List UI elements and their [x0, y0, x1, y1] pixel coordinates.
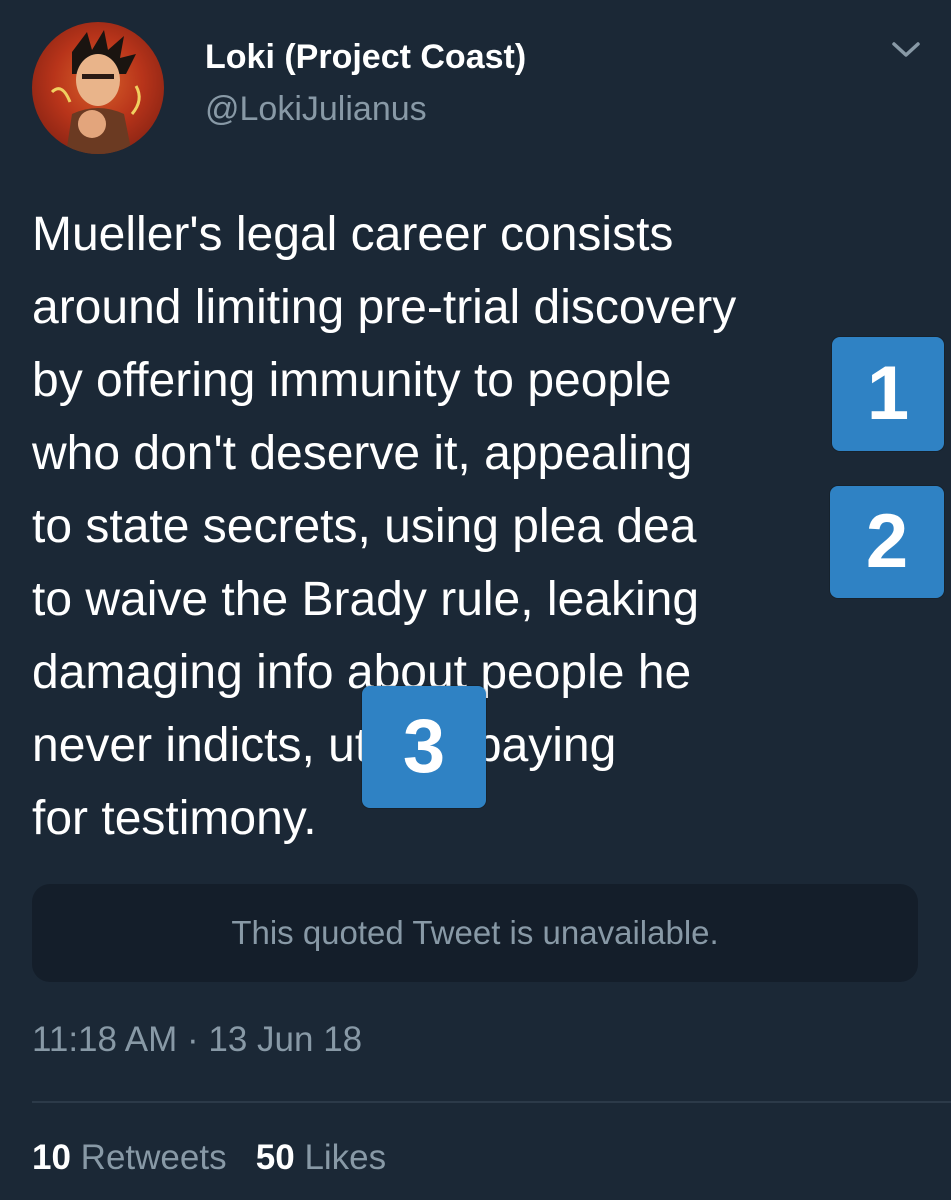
annotation-badge-2: 2: [830, 486, 944, 598]
user-handle[interactable]: @LokiJulianus: [205, 90, 427, 129]
likes-label: Likes: [304, 1138, 387, 1177]
retweets-link[interactable]: 10 Retweets: [32, 1138, 227, 1177]
annotation-badge-3: 3: [362, 686, 486, 808]
likes-link[interactable]: 50 Likes: [256, 1138, 386, 1177]
engagement-stats: 10 Retweets 50 Likes: [32, 1138, 386, 1178]
divider: [32, 1101, 951, 1103]
tweet-text-line: by offering immunity to people: [32, 354, 672, 407]
annotation-badge-1: 1: [832, 337, 944, 451]
tweet-text-line: to state secrets, using plea dea: [32, 500, 697, 553]
display-name[interactable]: Loki (Project Coast): [205, 38, 526, 77]
tweet-text-line: who don't deserve it, appealing: [32, 427, 693, 480]
tweet-timestamp[interactable]: 11:18 AM · 13 Jun 18: [32, 1020, 362, 1060]
retweets-count: 10: [32, 1138, 71, 1177]
tweet-text-line: Mueller's legal career consists: [32, 208, 674, 261]
chevron-down-icon[interactable]: [888, 38, 924, 62]
avatar[interactable]: [32, 22, 164, 154]
likes-count: 50: [255, 1138, 295, 1177]
tweet-text-line: around limiting pre-trial discovery: [32, 281, 737, 334]
quoted-tweet-unavailable[interactable]: This quoted Tweet is unavailable.: [32, 884, 918, 982]
retweets-label: Retweets: [80, 1138, 227, 1177]
tweet-text-line: to waive the Brady rule, leaking: [32, 573, 700, 626]
